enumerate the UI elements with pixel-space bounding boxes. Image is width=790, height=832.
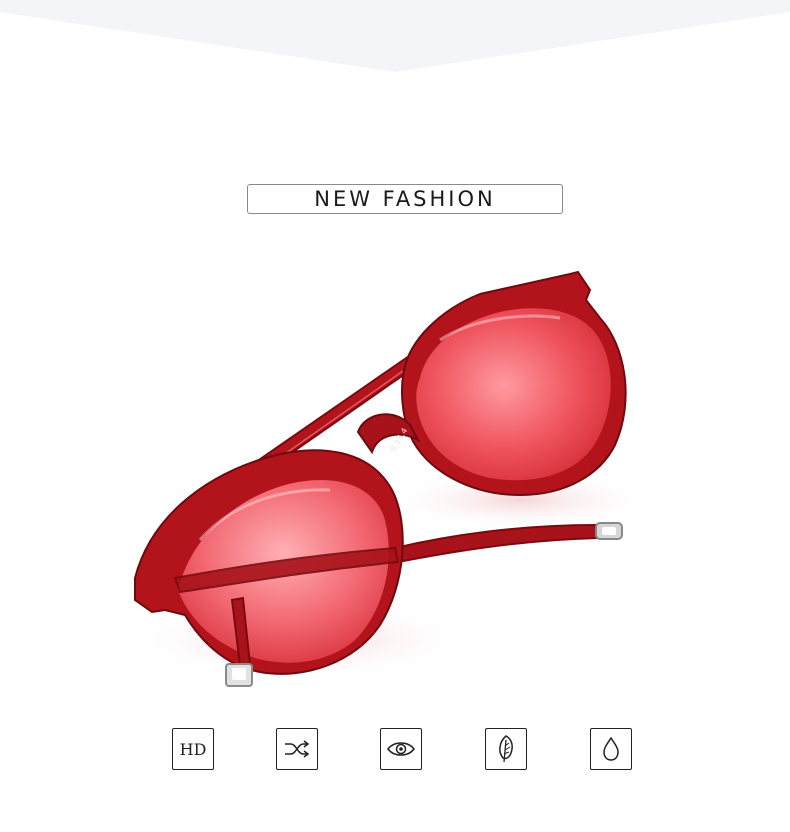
hd-icon: HD <box>172 728 214 770</box>
new-fashion-banner: NEW FASHION <box>247 184 563 214</box>
right-lens <box>401 270 627 497</box>
product-image-sunglasses: 8.15.4 <box>120 270 660 687</box>
top-banner <box>0 0 790 72</box>
shuffle-icon <box>276 728 318 770</box>
water-drop-icon <box>590 728 632 770</box>
feature-icons-row: HD <box>0 728 790 774</box>
hd-label: HD <box>179 739 207 759</box>
page-title: NEW FASHION <box>314 187 496 211</box>
right-temple-arm <box>393 522 623 564</box>
feather-icon <box>485 728 527 770</box>
eye-icon <box>380 728 422 770</box>
